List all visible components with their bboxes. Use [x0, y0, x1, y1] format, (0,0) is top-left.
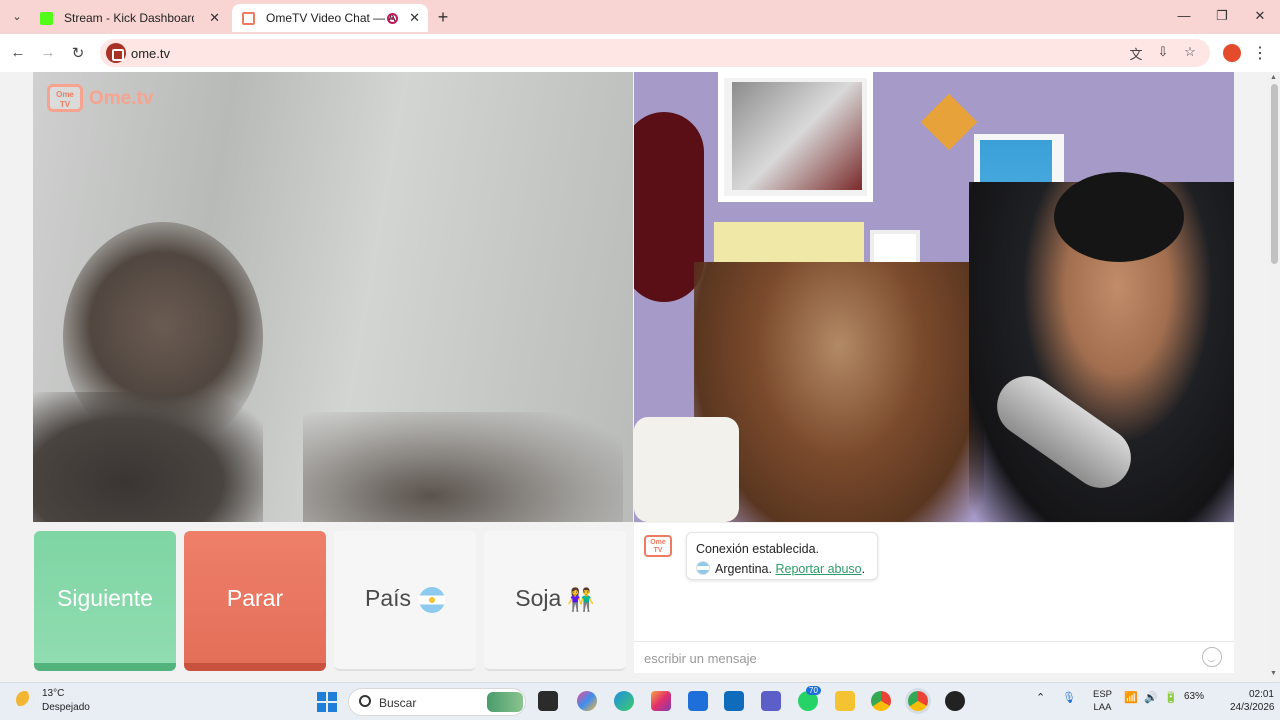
new-tab-button[interactable]: + [434, 7, 452, 28]
local-video-feed: Ome TV Ome.tv [33, 72, 633, 522]
stop-button[interactable]: Parar [184, 531, 326, 671]
site-info-icon[interactable] [106, 43, 126, 63]
ometv-logo-text: Ome.tv [89, 88, 154, 109]
chat-panel: Ome TV Conexión establecida. Argentina. … [634, 523, 1234, 673]
clock-time: 02:01 [1248, 689, 1274, 700]
tab-ometv[interactable]: OmeTV Video Chat — Alte ✕ [232, 4, 428, 32]
browser-menu-icon[interactable]: ⋮ [1252, 43, 1268, 63]
page-scrollbar[interactable]: ▲ ▼ [1268, 72, 1280, 682]
url-text[interactable]: ome.tv [131, 46, 170, 61]
ometv-page: Ome TV Ome.tv Siguiente Parar País Soja 👫… [0, 72, 1280, 682]
clock-date: 24/3/2026 [1230, 702, 1275, 713]
partner-country: Argentina [715, 562, 769, 576]
country-button-label: País [364, 585, 412, 611]
teams-icon[interactable] [761, 691, 781, 711]
blurred-person-body [33, 392, 263, 522]
wall-sign [920, 93, 978, 151]
address-bar[interactable]: ome.tv 文 ⇩ ☆ [100, 39, 1210, 67]
browser-tab-strip: ⌄ Stream - Kick Dashboard ✕ OmeTV Video … [0, 0, 1280, 34]
stop-button-label: Parar [226, 585, 284, 611]
minimize-button[interactable]: — [1174, 8, 1194, 23]
connection-status-text: Conexión establecida. [696, 542, 819, 556]
system-clock[interactable]: 02:01 24/3/2026 [1230, 688, 1275, 714]
weather-temperature[interactable]: 13°C [42, 688, 64, 699]
obs-icon[interactable] [945, 691, 965, 711]
tab-search-menu-icon[interactable]: ⌄ [6, 7, 28, 27]
ometv-chat-avatar-icon: Ome TV [644, 535, 672, 557]
back-arrow-icon[interactable]: ← [8, 44, 28, 61]
chat-message-input[interactable] [644, 648, 1184, 668]
windows-start-icon[interactable] [317, 692, 337, 712]
scroll-down-icon[interactable]: ▼ [1270, 670, 1277, 677]
tab-close-icon[interactable]: ✕ [409, 4, 420, 32]
close-window-button[interactable]: ✕ [1250, 8, 1270, 24]
partner-country-line: Argentina. Reportar abuso. [696, 559, 877, 579]
weather-description[interactable]: Despejado [42, 702, 90, 713]
reload-icon[interactable]: ↻ [68, 44, 88, 62]
profile-avatar[interactable] [1223, 44, 1241, 62]
scroll-up-icon[interactable]: ▲ [1270, 74, 1277, 81]
gender-button-label: Soja [515, 585, 562, 611]
volume-icon[interactable]: 🔊 [1144, 691, 1158, 704]
store-icon[interactable] [688, 691, 708, 711]
bookmark-star-icon[interactable]: ☆ [1181, 44, 1199, 60]
kick-favicon-icon [40, 12, 53, 25]
battery-percent: 63% [1184, 691, 1205, 702]
blurred-background-people [303, 412, 623, 522]
ometv-favicon-icon [242, 12, 255, 25]
system-message-bubble: Conexión establecida. Argentina. Reporta… [686, 532, 878, 580]
remote-video-feed [634, 72, 1234, 522]
windows-taskbar: 13°C Despejado Buscar 70 ⌃ 🎙 ESP LAA 📶 🔊 … [0, 682, 1280, 720]
report-abuse-link[interactable]: Reportar abuso [775, 562, 861, 576]
argentina-flag-small-icon [696, 561, 710, 575]
wifi-icon[interactable]: 📶 [1124, 691, 1138, 704]
ometv-logo-icon: Ome TV [47, 84, 83, 112]
forward-arrow-icon[interactable]: → [38, 44, 58, 61]
country-filter-button[interactable]: País [334, 531, 476, 671]
file-explorer-icon[interactable] [835, 691, 855, 711]
moon-weather-icon[interactable] [16, 691, 34, 709]
translate-icon[interactable]: 文 [1127, 44, 1145, 63]
gender-filter-button[interactable]: Soja 👫 [484, 531, 626, 671]
chrome-icon[interactable] [871, 691, 891, 711]
lang-line1: ESP [1093, 689, 1113, 700]
couple-icon: 👫 [567, 586, 595, 612]
mug [634, 417, 739, 522]
search-highlight-icon [487, 692, 523, 712]
tab-kick-dashboard[interactable]: Stream - Kick Dashboard ✕ [30, 4, 228, 32]
wall-portrait-frame [718, 72, 873, 202]
input-language[interactable]: ESP LAA [1093, 688, 1112, 714]
emoji-picker-icon[interactable] [1202, 647, 1222, 667]
tab-close-icon[interactable]: ✕ [209, 4, 220, 32]
tab-title: Stream - Kick Dashboard [64, 11, 194, 25]
tab-title: OmeTV Video Chat — Alte [266, 11, 396, 25]
argentina-flag-icon [419, 586, 446, 613]
microphone-icon[interactable]: 🎙 [1062, 691, 1076, 704]
instagram-icon[interactable] [651, 691, 671, 711]
taskbar-search[interactable]: Buscar [348, 688, 526, 716]
install-app-icon[interactable]: ⇩ [1154, 44, 1172, 60]
browser-toolbar: ← → ↻ ome.tv 文 ⇩ ☆ ⋮ [0, 34, 1280, 72]
next-button[interactable]: Siguiente [34, 531, 176, 671]
search-icon [359, 695, 371, 707]
outlook-icon[interactable] [724, 691, 744, 711]
tray-overflow-icon[interactable]: ⌃ [1036, 691, 1045, 704]
remote-person-hair [1054, 172, 1184, 262]
taskbar-search-label: Buscar [379, 696, 417, 710]
recording-indicator-icon [387, 13, 398, 24]
lang-line2: LAA [1093, 702, 1112, 713]
edge-icon[interactable] [614, 691, 634, 711]
notification-badge: 70 [806, 686, 821, 695]
chat-input-bar [634, 641, 1234, 673]
next-button-label: Siguiente [57, 585, 153, 611]
scrollbar-thumb[interactable] [1271, 84, 1278, 264]
maximize-button[interactable]: ❐ [1212, 8, 1232, 24]
task-view-icon[interactable] [538, 691, 558, 711]
copilot-icon[interactable] [577, 691, 597, 711]
chrome-active-icon[interactable] [908, 691, 928, 711]
battery-icon[interactable]: 🔋 [1164, 691, 1178, 704]
